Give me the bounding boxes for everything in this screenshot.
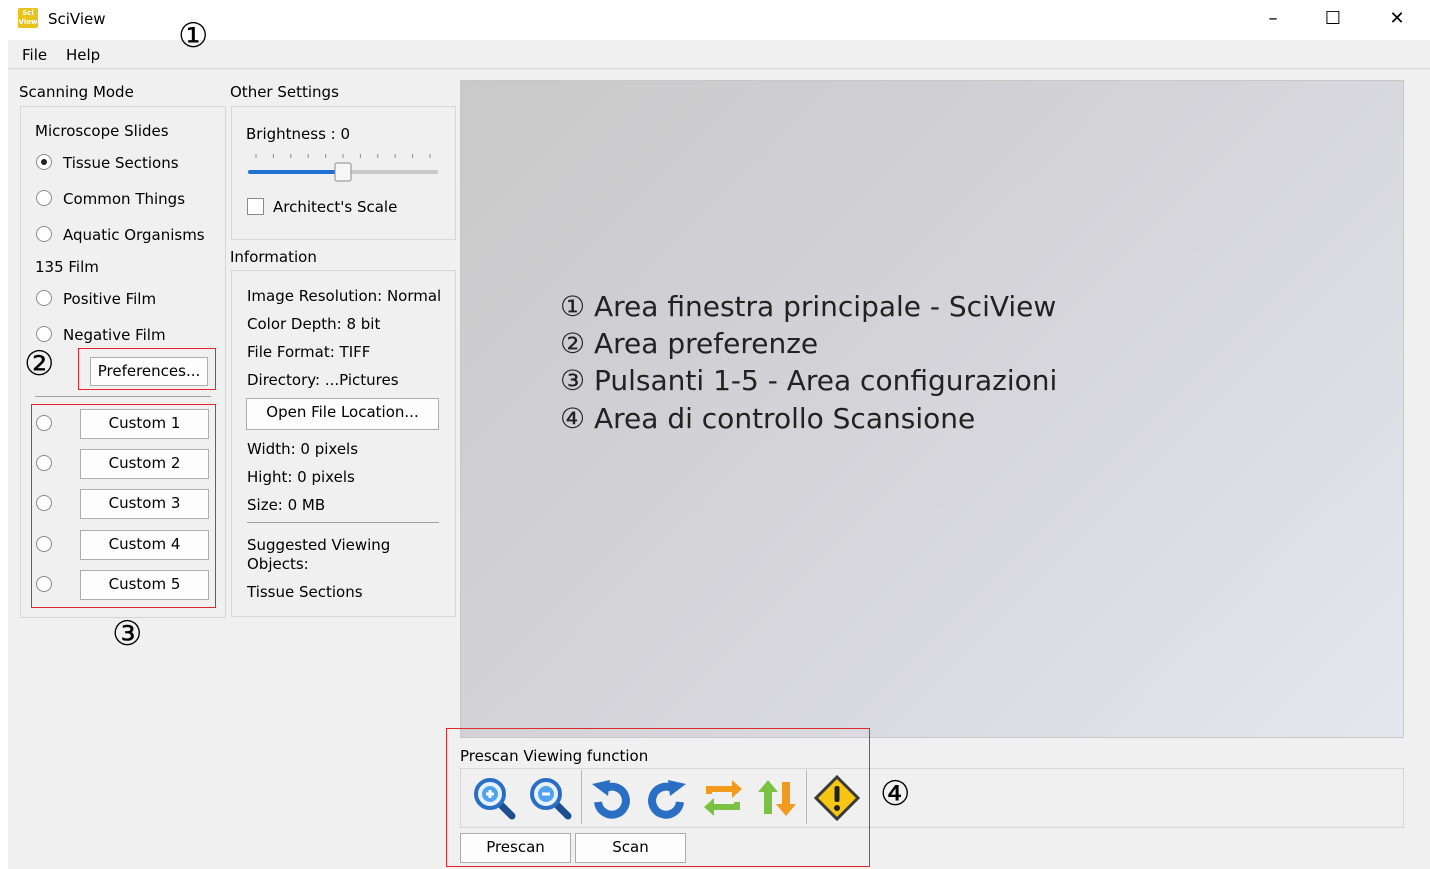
radio-custom-4[interactable]: [36, 536, 52, 552]
slider-ticks: [255, 154, 431, 158]
aquatic-organisms-label: Aquatic Organisms: [63, 226, 205, 244]
radio-positive-film[interactable]: [36, 290, 52, 306]
maximize-button[interactable]: ☐: [1310, 4, 1356, 34]
width-text: Width: 0 pixels: [247, 440, 359, 458]
close-button[interactable]: ✕: [1374, 4, 1420, 34]
divider: [35, 396, 211, 397]
open-file-location-button[interactable]: Open File Location...: [246, 398, 439, 430]
microscope-slides-heading: Microscope Slides: [35, 122, 169, 140]
menu-bar: [8, 40, 1430, 69]
custom-2-button[interactable]: Custom 2: [80, 449, 209, 479]
marker-1: ①: [178, 16, 209, 56]
annotation-line-2: ② Area preferenze: [560, 327, 819, 360]
architect-scale-label: Architect's Scale: [273, 198, 398, 216]
custom-4-button[interactable]: Custom 4: [80, 530, 209, 560]
suggested-viewing-label: Suggested Viewing: [247, 536, 391, 554]
annotation-line-3: ③ Pulsanti 1-5 - Area configurazioni: [560, 364, 1058, 397]
custom-3-button[interactable]: Custom 3: [80, 489, 209, 519]
menu-file[interactable]: File: [22, 46, 47, 64]
menu-help[interactable]: Help: [66, 46, 100, 64]
radio-aquatic-organisms[interactable]: [36, 226, 52, 242]
marker-4: ④: [880, 774, 911, 814]
architect-scale-checkbox[interactable]: [247, 198, 264, 215]
radio-custom-3[interactable]: [36, 495, 52, 511]
slider-fill: [248, 170, 343, 174]
annotation-line-1: ① Area finestra principale - SciView: [560, 290, 1057, 323]
marker-3: ③: [112, 614, 143, 654]
radio-tissue-sections[interactable]: [36, 154, 52, 170]
positive-film-label: Positive Film: [63, 290, 157, 308]
custom-5-button[interactable]: Custom 5: [80, 570, 209, 600]
radio-negative-film[interactable]: [36, 326, 52, 342]
brightness-slider[interactable]: [246, 150, 440, 184]
film-heading: 135 Film: [35, 258, 99, 276]
directory-text: Directory: ...Pictures: [247, 371, 399, 389]
radio-custom-2[interactable]: [36, 455, 52, 471]
scanning-mode-title: Scanning Mode: [19, 83, 134, 101]
size-text: Size: 0 MB: [247, 496, 326, 514]
preferences-button[interactable]: Preferences...: [90, 357, 208, 386]
title-bar: [0, 0, 1430, 40]
radio-custom-1[interactable]: [36, 415, 52, 431]
scan-control-highlight: [446, 728, 870, 867]
common-things-label: Common Things: [63, 190, 186, 208]
file-format-text: File Format: TIFF: [247, 343, 371, 361]
negative-film-label: Negative Film: [63, 326, 166, 344]
color-depth-text: Color Depth: 8 bit: [247, 315, 381, 333]
information-title: Information: [230, 248, 317, 266]
image-resolution-text: Image Resolution: Normal: [247, 287, 442, 305]
marker-2: ②: [24, 344, 55, 384]
suggested-objects-label: Objects:: [247, 555, 309, 573]
app-logo-icon: Sci View: [18, 8, 38, 28]
brightness-label: Brightness : 0: [246, 125, 351, 143]
slider-thumb[interactable]: [334, 162, 352, 182]
radio-custom-5[interactable]: [36, 576, 52, 592]
suggested-value-text: Tissue Sections: [247, 583, 363, 601]
tissue-sections-label: Tissue Sections: [63, 154, 179, 172]
minimize-button[interactable]: –: [1250, 4, 1296, 34]
other-settings-title: Other Settings: [230, 83, 339, 101]
radio-common-things[interactable]: [36, 190, 52, 206]
height-text: Hight: 0 pixels: [247, 468, 355, 486]
window-title: SciView: [48, 10, 106, 28]
annotation-line-4: ④ Area di controllo Scansione: [560, 402, 976, 435]
custom-1-button[interactable]: Custom 1: [80, 409, 209, 439]
info-divider: [247, 522, 439, 523]
